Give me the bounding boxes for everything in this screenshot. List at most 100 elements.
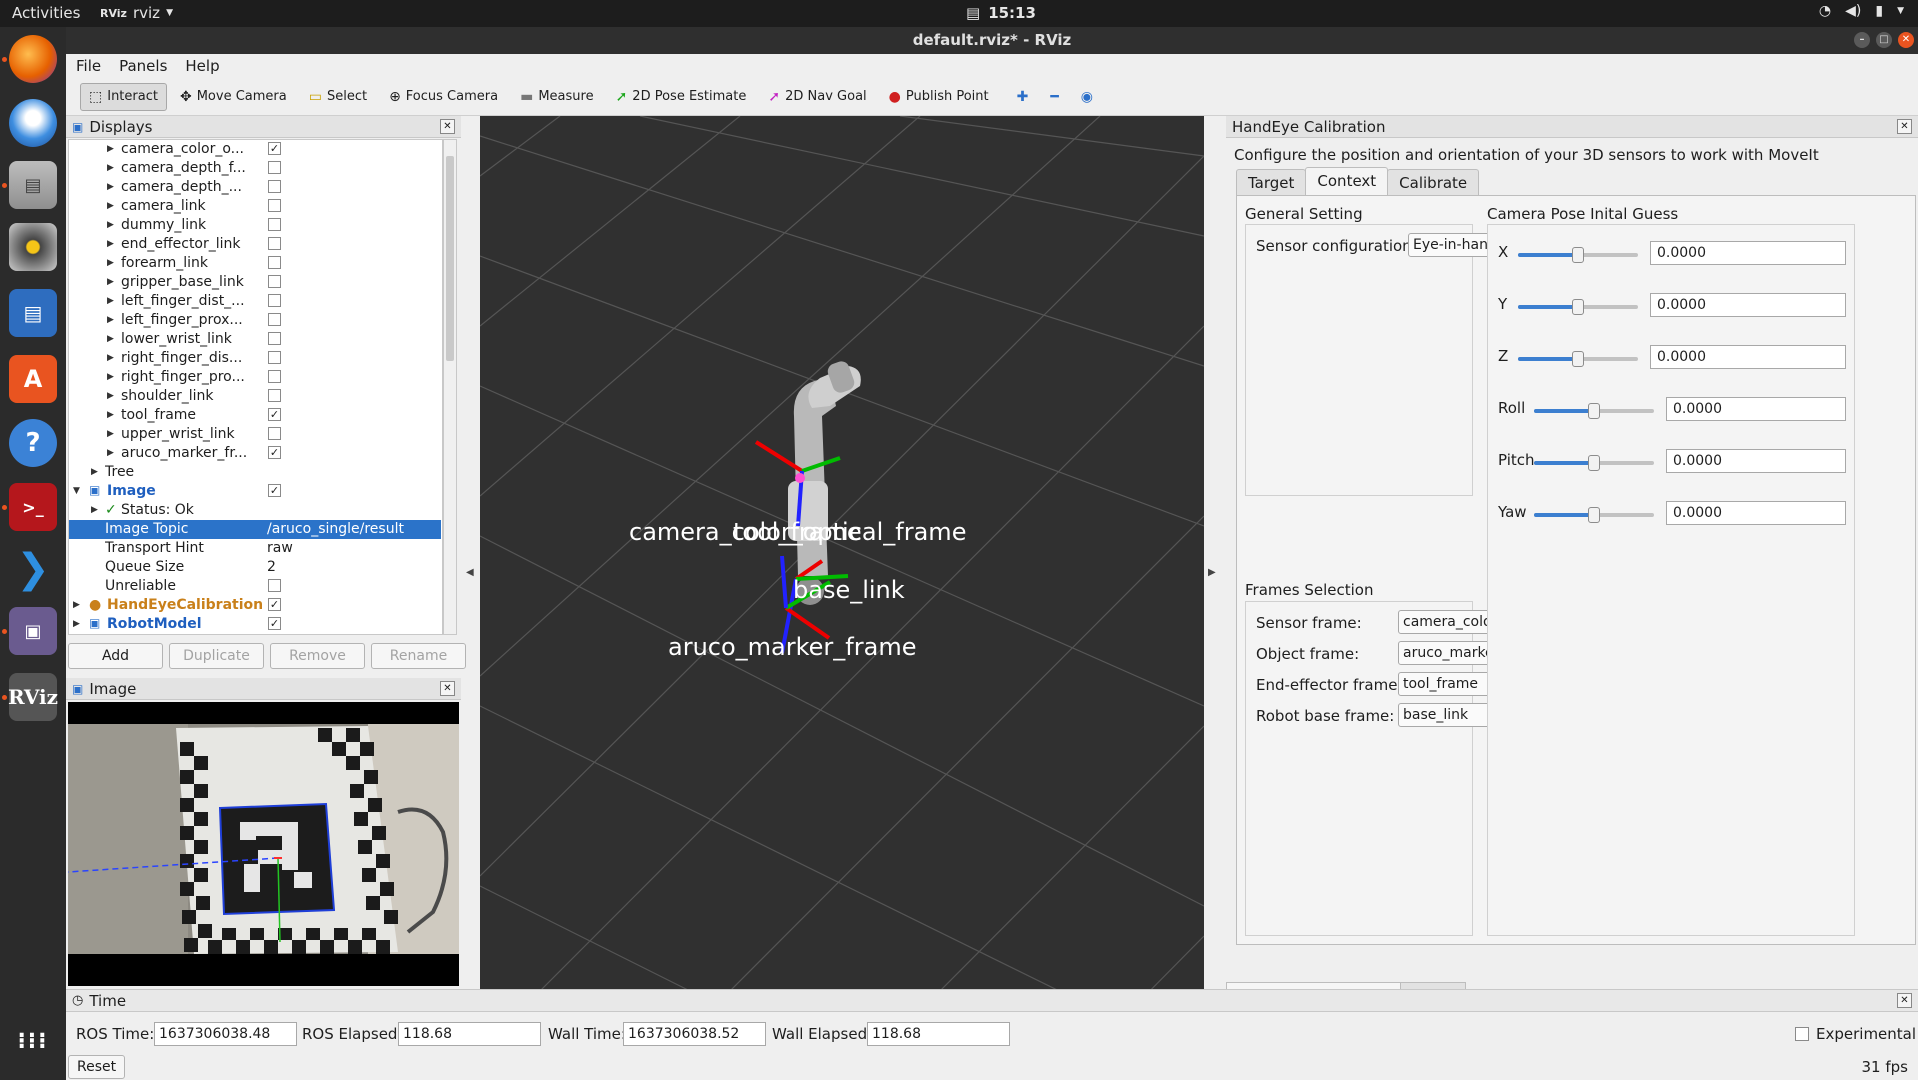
frame-checkbox[interactable]: ✓ <box>268 408 281 421</box>
image-property-row[interactable]: Unreliable <box>69 577 441 596</box>
camera-image-view[interactable] <box>68 702 459 986</box>
expand-arrow-icon[interactable]: ▶ <box>107 429 114 439</box>
pose-estimate-tool-button[interactable]: ➚ 2D Pose Estimate <box>607 83 756 111</box>
wall-time-field[interactable]: 1637306038.52 <box>623 1022 766 1046</box>
tf-frame-row[interactable]: ▶ aruco_marker_fr... ✓ <box>69 444 441 463</box>
clock[interactable]: ▤ 15:13 <box>966 4 1036 22</box>
tf-frame-row[interactable]: ▶ camera_link <box>69 197 441 216</box>
unreliable-checkbox[interactable] <box>268 579 281 592</box>
pose-y-slider[interactable] <box>1518 299 1638 315</box>
status-row[interactable]: ▶ ✓ Status: Ok <box>69 501 441 520</box>
camera-type-button[interactable]: ◉ <box>1072 83 1102 111</box>
tf-frame-row[interactable]: ▶ left_finger_dist_... <box>69 292 441 311</box>
tab-target[interactable]: Target <box>1236 169 1307 195</box>
rviz-icon[interactable]: RViz <box>8 673 58 721</box>
scrollbar-thumb[interactable] <box>446 156 454 361</box>
add-display-button[interactable]: Add <box>68 643 163 669</box>
tf-frame-row[interactable]: ▶ forearm_link <box>69 254 441 273</box>
terminal-icon[interactable]: >_ <box>9 483 57 531</box>
reset-button[interactable]: Reset <box>68 1055 126 1079</box>
close-button[interactable]: ✕ <box>1898 32 1914 48</box>
frame-checkbox[interactable] <box>268 294 281 307</box>
frame-checkbox[interactable] <box>268 218 281 231</box>
frame-checkbox[interactable] <box>268 180 281 193</box>
expand-arrow-icon[interactable]: ▶ <box>107 391 114 401</box>
software-center-icon[interactable]: A <box>9 355 57 403</box>
expand-arrow-icon[interactable]: ▶ <box>107 220 114 230</box>
ros-elapsed-field[interactable]: 118.68 <box>398 1022 541 1046</box>
maximize-button[interactable]: □ <box>1876 32 1892 48</box>
menu-help[interactable]: Help <box>185 57 219 75</box>
slider-handle[interactable] <box>1588 507 1600 523</box>
expand-arrow-icon[interactable]: ▶ <box>107 277 114 287</box>
rename-display-button[interactable]: Rename <box>371 643 466 669</box>
app-menu[interactable]: RViz rviz ▼ <box>100 4 173 22</box>
rhythmbox-icon[interactable] <box>9 223 57 271</box>
expand-arrow-icon[interactable]: ▶ <box>107 448 114 458</box>
tab-context[interactable]: Context <box>1305 167 1389 195</box>
frame-checkbox[interactable] <box>268 427 281 440</box>
expand-arrow-icon[interactable]: ▶ <box>107 296 114 306</box>
tf-frame-row[interactable]: ▶ camera_color_o... ✓ <box>69 140 441 159</box>
collapse-right-arrow[interactable]: ▶ <box>1208 567 1216 578</box>
help-icon[interactable]: ? <box>9 419 57 467</box>
activities-button[interactable]: Activities <box>12 4 80 22</box>
expand-arrow-icon[interactable]: ▶ <box>107 334 114 344</box>
3d-render-view[interactable]: camera_color_optical_frame tool_frame ba… <box>480 116 1204 1011</box>
menu-panels[interactable]: Panels <box>119 57 167 75</box>
expand-arrow-icon[interactable]: ▶ <box>107 372 114 382</box>
expand-arrow-icon[interactable]: ▶ <box>107 182 114 192</box>
frame-checkbox[interactable] <box>268 237 281 250</box>
tf-frame-row[interactable]: ▶ lower_wrist_link <box>69 330 441 349</box>
pose-roll-field[interactable]: 0.0000 <box>1666 397 1846 421</box>
slider-handle[interactable] <box>1572 351 1584 367</box>
pose-yaw-field[interactable]: 0.0000 <box>1666 501 1846 525</box>
expand-arrow-icon[interactable]: ▶ <box>107 410 114 420</box>
firefox-icon[interactable] <box>9 35 57 83</box>
slider-handle[interactable] <box>1588 403 1600 419</box>
tf-frame-row[interactable]: ▶ camera_depth_f... <box>69 159 441 178</box>
tf-frame-row[interactable]: ▶ shoulder_link <box>69 387 441 406</box>
show-applications-icon[interactable]: ⁝⁝⁝ <box>9 1017 57 1065</box>
pose-x-field[interactable]: 0.0000 <box>1650 241 1846 265</box>
pose-pitch-field[interactable]: 0.0000 <box>1666 449 1846 473</box>
pose-pitch-slider[interactable] <box>1534 455 1654 471</box>
writer-icon[interactable]: ▤ <box>9 289 57 337</box>
close-panel-button[interactable]: ✕ <box>1897 993 1912 1008</box>
handeye-display-checkbox[interactable]: ✓ <box>268 598 281 611</box>
nav-goal-tool-button[interactable]: ➚ 2D Nav Goal <box>759 83 875 111</box>
slider-handle[interactable] <box>1572 247 1584 263</box>
collapse-arrow-icon[interactable]: ▼ <box>73 486 80 496</box>
tf-frame-row[interactable]: ▶ dummy_link <box>69 216 441 235</box>
pose-y-field[interactable]: 0.0000 <box>1650 293 1846 317</box>
tree-row[interactable]: ▶ Tree <box>69 463 441 482</box>
expand-arrow-icon[interactable]: ▶ <box>107 144 114 154</box>
frame-checkbox[interactable] <box>268 275 281 288</box>
expand-arrow-icon[interactable]: ▶ <box>107 239 114 249</box>
tf-frame-row[interactable]: ▶ left_finger_prox... <box>69 311 441 330</box>
expand-arrow-icon[interactable]: ▶ <box>91 505 98 515</box>
image-property-row[interactable]: Queue Size 2 <box>69 558 441 577</box>
publish-point-tool-button[interactable]: ● Publish Point <box>880 83 998 111</box>
wall-elapsed-field[interactable]: 118.68 <box>867 1022 1010 1046</box>
tf-frame-row[interactable]: ▶ tool_frame ✓ <box>69 406 441 425</box>
minimize-button[interactable]: – <box>1854 32 1870 48</box>
slider-handle[interactable] <box>1572 299 1584 315</box>
remove-display-button[interactable]: Remove <box>270 643 365 669</box>
pose-z-field[interactable]: 0.0000 <box>1650 345 1846 369</box>
expand-arrow-icon[interactable]: ▶ <box>107 201 114 211</box>
frame-checkbox[interactable] <box>268 332 281 345</box>
expand-arrow-icon[interactable]: ▶ <box>107 163 114 173</box>
tf-frame-row[interactable]: ▶ right_finger_dis... <box>69 349 441 368</box>
robotmodel-display-checkbox[interactable]: ✓ <box>268 617 281 630</box>
handeye-display-row[interactable]: ▶ ● HandEyeCalibration ✓ <box>69 596 441 615</box>
tf-frame-row[interactable]: ▶ upper_wrist_link <box>69 425 441 444</box>
select-tool-button[interactable]: ▭ Select <box>300 83 376 111</box>
tf-frame-row[interactable]: ▶ gripper_base_link <box>69 273 441 292</box>
measure-tool-button[interactable]: ▬ Measure <box>511 83 602 111</box>
expand-arrow-icon[interactable]: ▶ <box>107 315 114 325</box>
menu-file[interactable]: File <box>76 57 101 75</box>
pose-roll-slider[interactable] <box>1534 403 1654 419</box>
thunderbird-icon[interactable] <box>9 99 57 147</box>
frame-checkbox[interactable] <box>268 256 281 269</box>
